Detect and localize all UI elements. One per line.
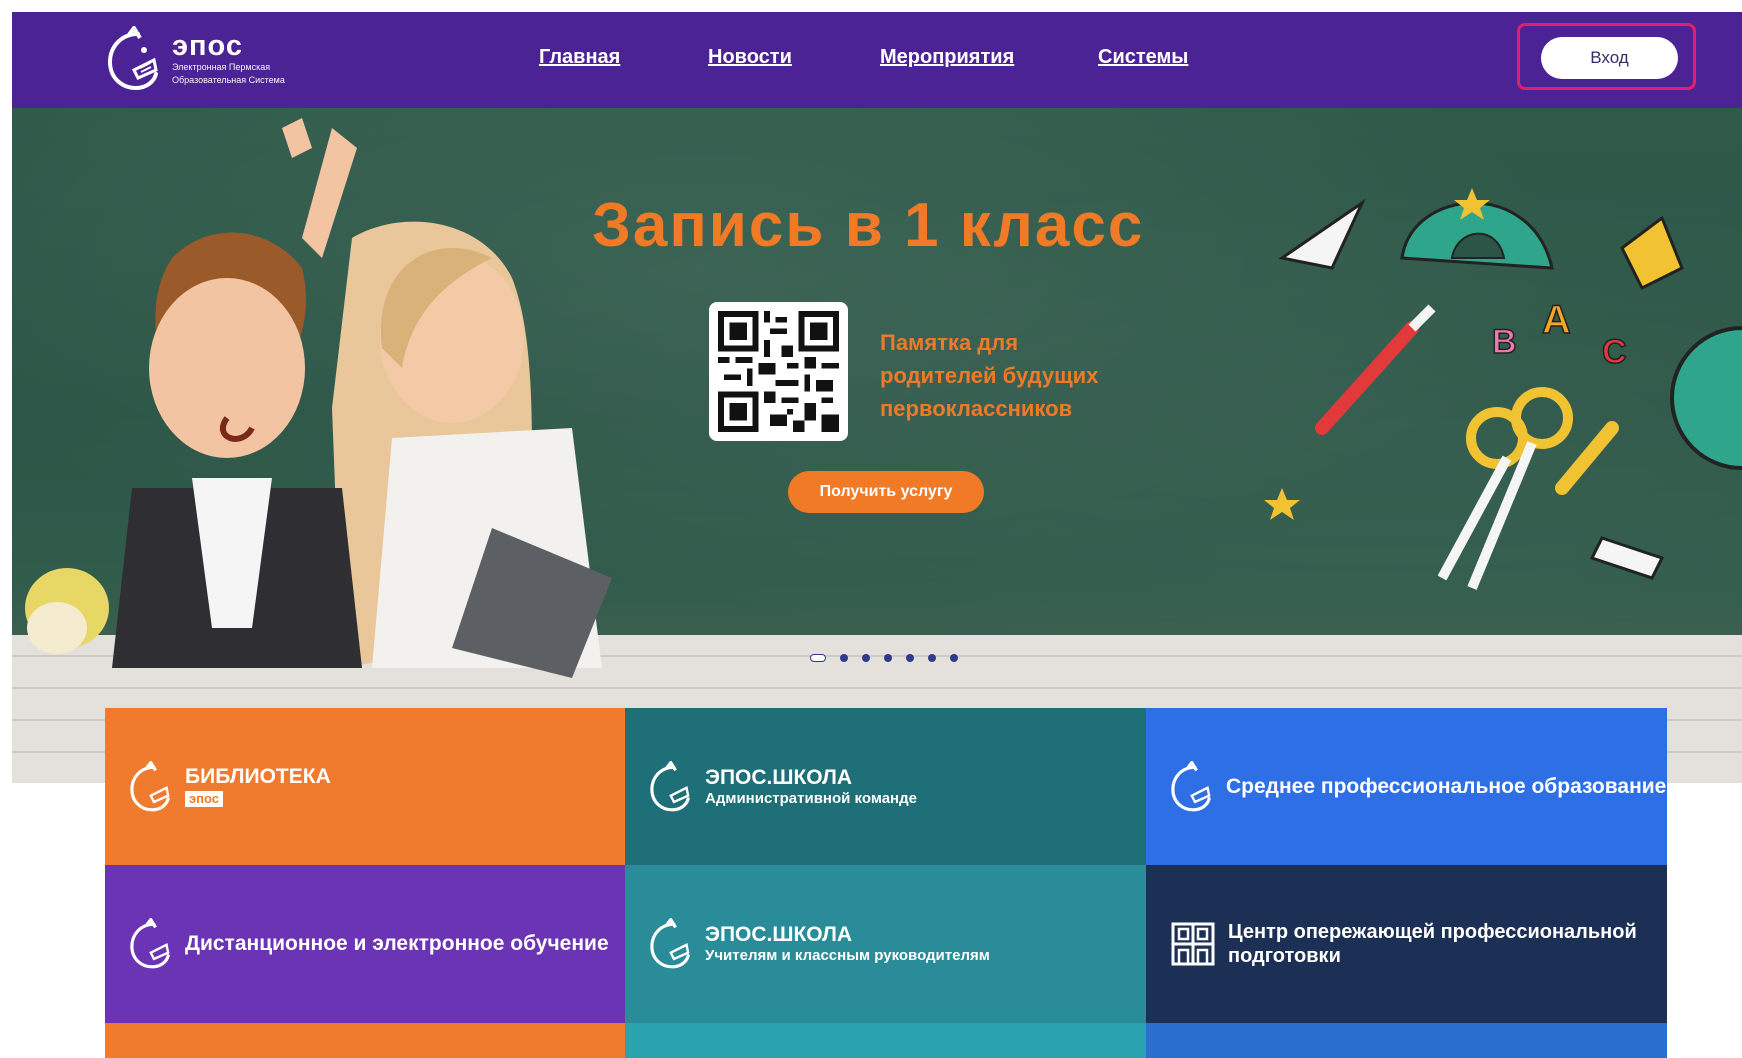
tile-row3-teal-partial[interactable] <box>625 1023 1146 1058</box>
epos-logo-icon <box>650 760 690 811</box>
tile-library-badge: эпос <box>185 791 224 807</box>
center-building-icon <box>1171 922 1215 966</box>
slider-dot-1[interactable] <box>810 654 826 662</box>
school-supplies-illustration: A B C <box>1264 188 1742 590</box>
epos-logo-icon <box>130 918 170 969</box>
nav-link-news[interactable]: Новости <box>708 46 792 69</box>
hero-title: Запись в 1 класс <box>592 191 1145 260</box>
nav-link-home[interactable]: Главная <box>539 46 620 69</box>
slider-dot-3[interactable] <box>862 654 870 662</box>
tile-distance-learning-title: Дистанционное и электронное обучение <box>185 932 609 955</box>
tile-row3-orange-partial[interactable] <box>105 1023 625 1058</box>
tile-vocational-education-title: Среднее профессиональное образование <box>1226 774 1667 798</box>
epos-logo-icon <box>650 918 690 969</box>
tile-vocational-education[interactable]: Среднее профессиональное образование <box>1146 708 1667 865</box>
tile-advanced-training-center-title-line2: подготовки <box>1228 945 1341 967</box>
epos-logo-icon <box>130 760 170 811</box>
site-logo[interactable]: эпос Электронная Пермская Образовательна… <box>104 26 285 92</box>
tile-epos-school-teachers[interactable]: ЭПОС.ШКОЛА Учителям и классным руководит… <box>625 865 1146 1023</box>
slider-dot-7[interactable] <box>950 654 958 662</box>
hero-memo-text: Памятка для родителей будущих первокласс… <box>880 326 1160 425</box>
tile-library-title: БИБЛИОТЕКА <box>185 765 331 788</box>
tile-epos-school-admin-subtitle: Административной команде <box>705 789 917 807</box>
epos-logo-icon <box>1171 760 1211 811</box>
tile-epos-school-teachers-subtitle: Учителям и классным руководителям <box>705 947 990 964</box>
logo-name: эпос <box>172 30 243 62</box>
tile-epos-school-admin[interactable]: ЭПОС.ШКОЛА Административной команде <box>625 708 1146 865</box>
qr-code-icon <box>709 302 848 441</box>
tile-epos-school-teachers-title: ЭПОС.ШКОЛА <box>705 923 852 946</box>
nav-link-systems[interactable]: Системы <box>1098 46 1188 69</box>
hero-memo-line3: первоклассников <box>880 396 1073 421</box>
tile-advanced-training-center[interactable]: Центр опережающей профессиональной подго… <box>1146 865 1667 1023</box>
svg-text:A: A <box>1542 298 1571 342</box>
hero-memo-line1: Памятка для <box>880 330 1019 355</box>
hero-memo-line2: родителей будущих <box>880 363 1099 388</box>
epos-logo-icon <box>107 26 158 90</box>
slider-dot-6[interactable] <box>928 654 936 662</box>
hero-banner[interactable]: A B C Запись в 1 класс Памятка для родит… <box>12 108 1742 783</box>
svg-text:B: B <box>1492 323 1517 361</box>
tile-epos-school-admin-title: ЭПОС.ШКОЛА <box>705 765 852 789</box>
logo-subtitle-line2: Образовательная Система <box>172 75 285 85</box>
slider-dot-5[interactable] <box>906 654 914 662</box>
slider-dots <box>810 654 958 662</box>
login-button[interactable]: Вход <box>1541 37 1678 79</box>
tile-distance-learning[interactable]: Дистанционное и электронное обучение <box>105 865 625 1023</box>
tile-advanced-training-center-title-line1: Центр опережающей профессиональной <box>1228 921 1637 943</box>
logo-subtitle-line1: Электронная Пермская <box>172 62 271 72</box>
svg-text:C: C <box>1602 333 1627 371</box>
tile-library[interactable]: БИБЛИОТЕКА эпос <box>105 708 625 865</box>
slider-dot-4[interactable] <box>884 654 892 662</box>
get-service-button[interactable]: Получить услугу <box>788 471 984 513</box>
page: эпос Электронная Пермская Образовательна… <box>0 0 1742 1058</box>
nav-link-events[interactable]: Мероприятия <box>880 46 1014 69</box>
site-header: эпос Электронная Пермская Образовательна… <box>12 12 1742 108</box>
tile-row3-blue-partial[interactable] <box>1146 1023 1667 1058</box>
slider-dot-2[interactable] <box>840 654 848 662</box>
